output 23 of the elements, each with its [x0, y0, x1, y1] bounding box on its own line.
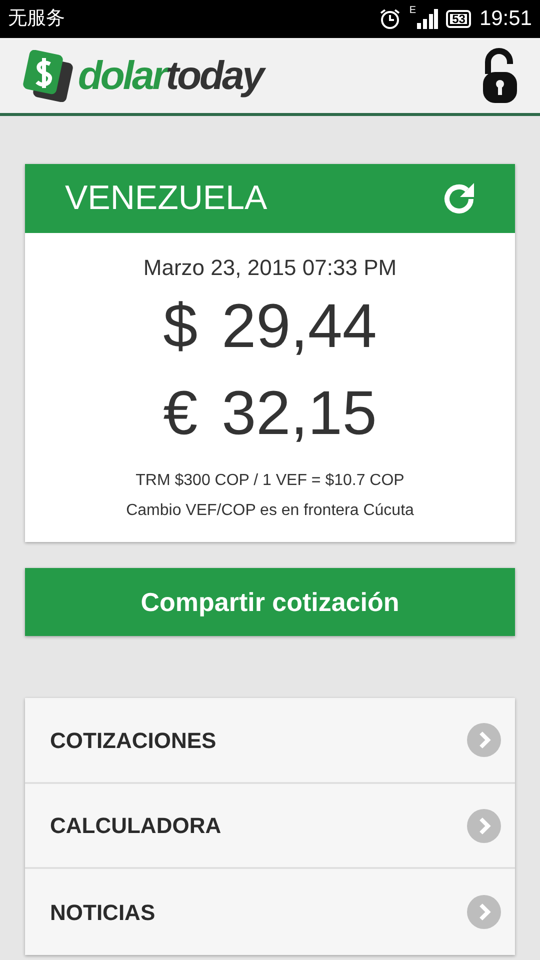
unlocked-padlock-icon[interactable] — [482, 48, 518, 104]
clock-text: 19:51 — [479, 6, 532, 32]
chevron-right-icon — [467, 808, 501, 843]
network-text: E — [409, 4, 416, 18]
carrier-text: 无服务 — [8, 6, 65, 31]
chevron-right-icon — [467, 723, 501, 758]
share-button[interactable]: Compartir cotización — [25, 568, 515, 636]
rate-value: 29,44 — [222, 291, 377, 363]
menu-item[interactable]: CALCULADORA — [25, 784, 515, 870]
note-text: Cambio VEF/COP es en frontera Cúcuta — [125, 500, 415, 521]
logo-icon — [22, 50, 74, 102]
currency-symbol: $ — [163, 291, 198, 363]
menu-item[interactable]: COTIZACIONES — [25, 698, 515, 784]
date-text: Marzo 23, 2015 07:33 PM — [142, 254, 398, 282]
currency-symbol: € — [163, 378, 198, 450]
country-title: VENEZUELA — [65, 178, 268, 219]
note-text: TRM $300 COP / 1 VEF = $10.7 COP — [134, 470, 406, 491]
menu-item[interactable]: NOTICIAS — [25, 869, 515, 955]
signal-icon — [416, 9, 438, 29]
rate-value: 32,15 — [222, 378, 377, 450]
alarm-icon — [379, 8, 402, 30]
battery-indicator: 53 — [446, 10, 472, 28]
chevron-right-icon — [467, 895, 501, 930]
